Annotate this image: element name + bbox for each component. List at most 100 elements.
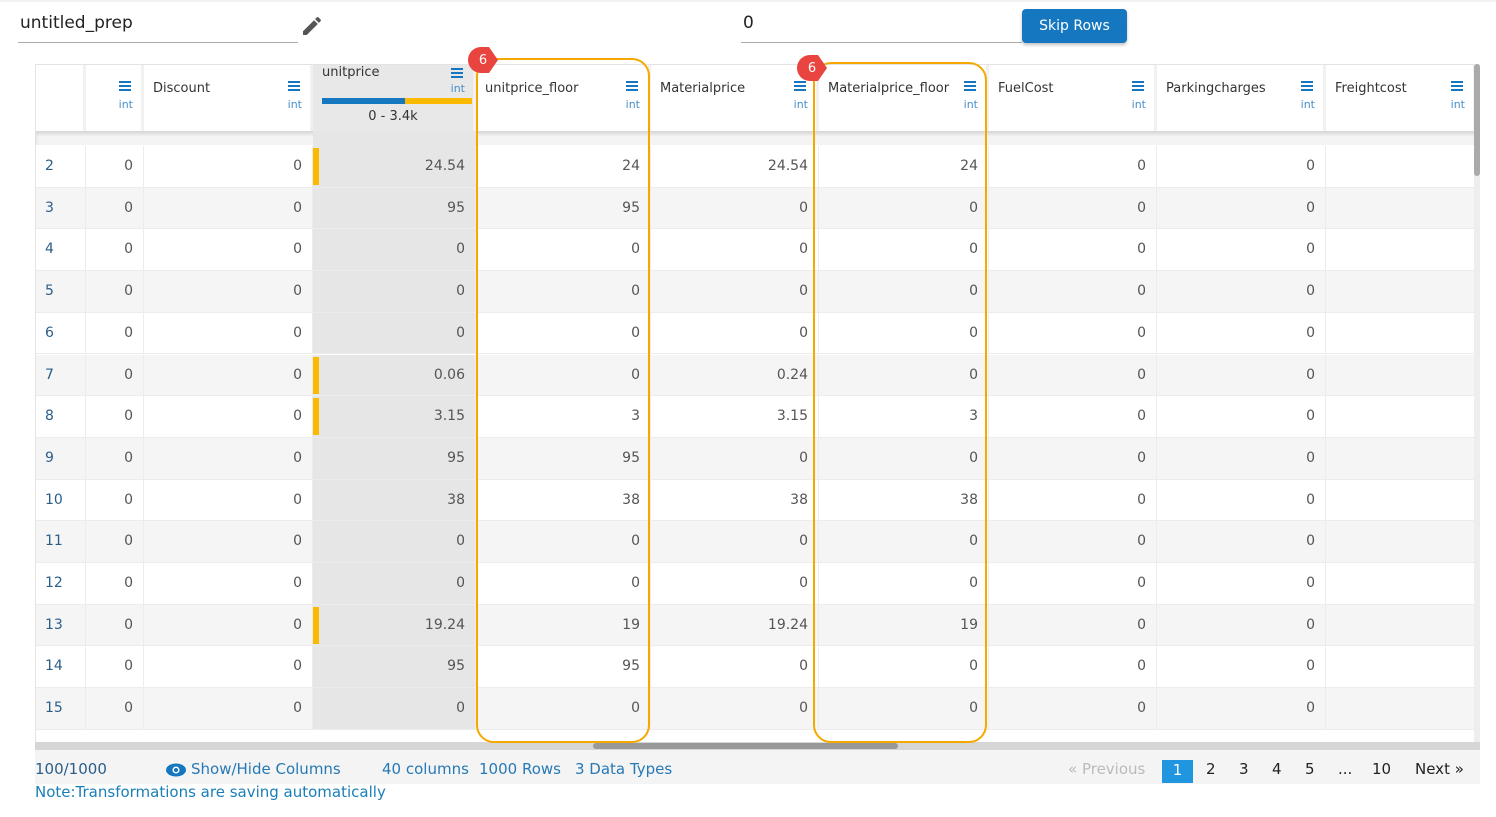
table-cell: 0 (313, 312, 476, 354)
table-row: 10 0 0 38 38 38 38 0 0 (36, 479, 1476, 522)
previous-page-button[interactable]: « Previous (1068, 760, 1145, 778)
page-10[interactable]: 10 (1372, 760, 1391, 778)
page-3[interactable]: 3 (1239, 760, 1249, 778)
row-number: 8 (36, 396, 86, 437)
table-cell: 0 (1157, 563, 1326, 604)
table-cell: 0 (651, 521, 819, 562)
column-header[interactable]: unitprice int 0 - 3.4k (313, 65, 476, 131)
column-header[interactable]: Parkingcharges int (1157, 65, 1326, 131)
table-cell (1326, 229, 1476, 271)
table-cell: 0 (144, 187, 313, 229)
table-cell: 0 (86, 479, 144, 521)
table-cell: 0 (86, 146, 144, 187)
table-cell: 0 (1157, 688, 1326, 729)
horizontal-scroll-thumb[interactable] (593, 743, 898, 749)
show-hide-columns-link[interactable]: Show/Hide Columns (191, 760, 341, 778)
column-type: int (450, 82, 465, 95)
column-name: Parkingcharges (1166, 81, 1266, 96)
column-menu-icon[interactable] (964, 81, 976, 91)
page-5[interactable]: 5 (1305, 760, 1315, 778)
column-menu-icon[interactable] (1132, 81, 1144, 91)
column-header[interactable]: FuelCost int (989, 65, 1157, 131)
table-cell: 0 (476, 229, 651, 271)
table-row: 15 0 0 0 0 0 0 0 0 (36, 688, 1476, 730)
table-cell: 0 (819, 271, 989, 312)
table-cell: 0 (144, 521, 313, 562)
vertical-scrollbar[interactable] (1474, 64, 1480, 744)
top-divider (0, 0, 1496, 2)
page-4[interactable]: 4 (1272, 760, 1282, 778)
table-cell: 38 (313, 479, 476, 521)
table-cell: 19 (819, 604, 989, 646)
column-name: Discount (153, 81, 211, 96)
column-name: Freightcost (1335, 81, 1407, 96)
column-type: int (625, 98, 640, 111)
distribution-bar-fill (322, 98, 405, 104)
table-cell: 0 (144, 396, 313, 437)
column-header[interactable]: Discount int (144, 65, 313, 131)
table-cell: 0 (1157, 187, 1326, 229)
eye-icon[interactable] (165, 763, 187, 777)
column-header[interactable]: Materialprice int (651, 65, 819, 131)
table-cell: 0 (819, 354, 989, 396)
column-menu-icon[interactable] (288, 81, 300, 91)
column-header[interactable]: Freightcost int (1326, 65, 1476, 131)
column-menu-icon[interactable] (119, 81, 131, 91)
column-menu-icon[interactable] (1301, 81, 1313, 91)
column-menu-icon[interactable] (1451, 81, 1463, 91)
table-cell: 0 (819, 521, 989, 562)
column-menu-icon[interactable] (626, 81, 638, 91)
table-cell: 0 (144, 229, 313, 271)
table-cell: 0 (989, 646, 1157, 688)
horizontal-scrollbar[interactable] (35, 742, 1480, 750)
page-ellipsis: ... (1338, 760, 1353, 778)
table-cell: 0 (1157, 437, 1326, 479)
vertical-scroll-thumb[interactable] (1474, 64, 1480, 176)
column-menu-icon[interactable] (794, 81, 806, 91)
table-row: 2 0 0 24.54 24 24.54 24 0 0 (36, 146, 1476, 188)
table-cell: 0 (86, 312, 144, 354)
table-cell: 0 (989, 271, 1157, 312)
row-number: 11 (36, 521, 86, 562)
table-cell (1326, 312, 1476, 354)
table-cell: 24 (476, 146, 651, 187)
column-name: Materialprice (660, 81, 746, 96)
column-header[interactable]: int (86, 65, 144, 131)
table-cell: 0 (819, 437, 989, 479)
table-row: 9 0 0 95 95 0 0 0 0 (36, 437, 1476, 480)
page-2[interactable]: 2 (1206, 760, 1216, 778)
pencil-icon[interactable] (300, 14, 324, 38)
next-page-button[interactable]: Next » (1415, 760, 1464, 778)
table-row: 13 0 0 19.24 19 19.24 19 0 0 (36, 604, 1476, 647)
table-cell: 0 (86, 229, 144, 271)
table-row: 400000000 (36, 229, 1476, 272)
column-header[interactable]: unitprice_floorint (476, 65, 651, 131)
skip-rows-button[interactable]: Skip Rows (1022, 9, 1127, 43)
table-cell: 3.15 (651, 396, 819, 437)
column-type: int (793, 98, 808, 111)
table-cell: 0 (86, 187, 144, 229)
table-cell: 0 (1157, 354, 1326, 396)
table-cell: 0 (86, 521, 144, 562)
row-number: 3 (36, 187, 86, 229)
table-cell (1326, 479, 1476, 521)
skip-rows-input[interactable]: 0 (741, 10, 1022, 43)
table-cell: 0 (313, 521, 476, 562)
table-cell: 0 (989, 312, 1157, 354)
table-cell: 0 (476, 563, 651, 604)
prep-name-input[interactable]: untitled_prep (18, 10, 298, 43)
table-cell: 0 (651, 688, 819, 729)
table-cell: 38 (819, 479, 989, 521)
table-cell: 95 (476, 646, 651, 688)
table-cell: 0 (1157, 521, 1326, 562)
column-name: unitprice_floor (485, 81, 579, 96)
column-header[interactable]: Materialprice_floor int (819, 65, 989, 131)
row-number: 15 (36, 688, 86, 729)
table-cell: 0 (819, 229, 989, 271)
table-cell: 0 (819, 688, 989, 729)
table-cell: 19 (476, 604, 651, 646)
table-cell: 0 (1157, 396, 1326, 437)
table-cell: 38 (651, 479, 819, 521)
column-menu-icon[interactable] (451, 68, 463, 78)
page-1[interactable]: 1 (1162, 760, 1193, 783)
